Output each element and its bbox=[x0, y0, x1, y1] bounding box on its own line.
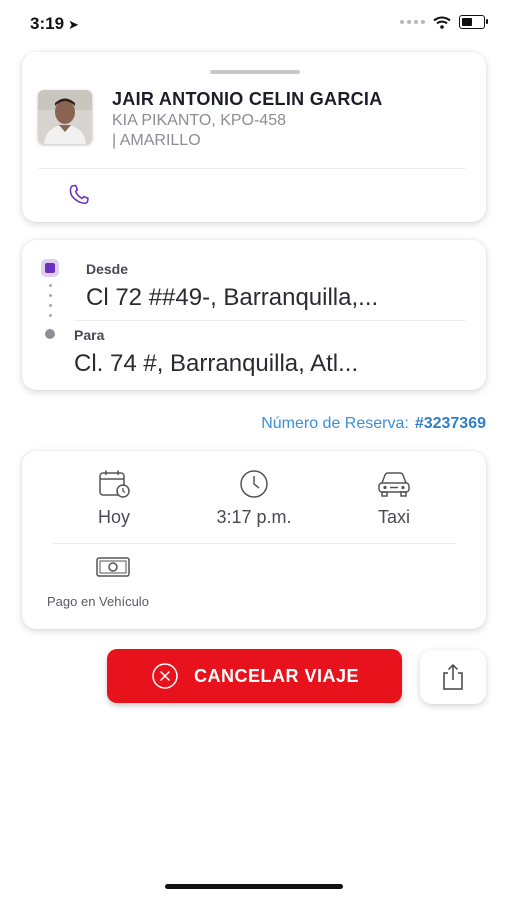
car-icon bbox=[378, 472, 410, 497]
home-indicator[interactable] bbox=[165, 884, 343, 889]
reservation-number: Número de Reserva: #3237369 bbox=[261, 415, 486, 433]
service-type: Taxi bbox=[342, 469, 446, 528]
route-dot bbox=[49, 314, 52, 317]
cancel-trip-label: CANCELAR VIAJE bbox=[193, 665, 360, 686]
date-value: Hoy bbox=[97, 507, 130, 527]
origin-marker-icon bbox=[41, 259, 59, 277]
cash-icon bbox=[96, 557, 130, 577]
clock-text: 3:19 bbox=[30, 14, 65, 33]
route-card: Desde Cl 72 ##49-, Barranquilla,... Para… bbox=[22, 240, 486, 390]
share-icon bbox=[443, 663, 463, 690]
reservation-label: Número de Reserva: bbox=[261, 415, 409, 432]
origin-address[interactable]: Cl 72 ##49-, Barranquilla,... bbox=[86, 284, 378, 312]
route-dot bbox=[49, 294, 52, 297]
trip-date: Hoy bbox=[62, 469, 166, 528]
destination-address[interactable]: Cl. 74 #, Barranquilla, Atl... bbox=[74, 350, 358, 378]
destination-marker-icon bbox=[45, 329, 55, 339]
cancel-trip-button[interactable]: CANCELAR VIAJE bbox=[107, 649, 402, 703]
share-button[interactable] bbox=[420, 650, 486, 704]
driver-card: JAIR ANTONIO CELIN GARCIA KIA PIKANTO, K… bbox=[22, 52, 486, 222]
payment-method: Pago en Vehículo bbox=[47, 594, 149, 609]
divider bbox=[52, 543, 456, 544]
battery-icon bbox=[459, 15, 488, 29]
reservation-id[interactable]: #3237369 bbox=[415, 415, 486, 432]
driver-name: JAIR ANTONIO CELIN GARCIA bbox=[112, 89, 383, 109]
divider bbox=[38, 168, 466, 169]
clock-icon bbox=[240, 470, 268, 498]
status-bar: 3:19 ➤ bbox=[0, 0, 507, 50]
trip-time: 3:17 p.m. bbox=[202, 469, 306, 528]
destination-label: Para bbox=[74, 327, 105, 343]
calendar-icon bbox=[99, 470, 130, 498]
wifi-icon bbox=[433, 16, 451, 29]
origin-label: Desde bbox=[86, 261, 129, 277]
service-value: Taxi bbox=[377, 507, 410, 527]
signal-icon bbox=[400, 20, 425, 24]
phone-icon[interactable] bbox=[66, 182, 92, 208]
time-value: 3:17 p.m. bbox=[216, 507, 292, 527]
location-arrow-icon: ➤ bbox=[68, 17, 79, 32]
vehicle-color: | AMARILLO bbox=[112, 132, 201, 149]
trip-details-card: Hoy 3:17 p.m. Taxi Pago en Vehículo bbox=[22, 451, 486, 629]
drag-handle[interactable] bbox=[210, 70, 300, 74]
route-dot bbox=[49, 284, 52, 287]
divider bbox=[74, 320, 466, 321]
status-icons bbox=[400, 15, 488, 29]
status-time: 3:19 ➤ bbox=[30, 14, 79, 34]
close-circle-icon bbox=[152, 663, 178, 689]
vehicle-info: KIA PIKANTO, KPO-458 bbox=[112, 112, 286, 129]
route-dot bbox=[49, 304, 52, 307]
driver-avatar bbox=[38, 90, 92, 144]
